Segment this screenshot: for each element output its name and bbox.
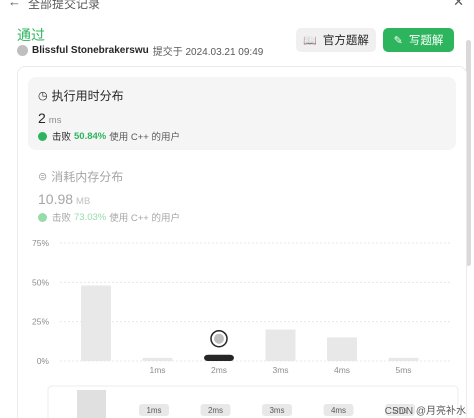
minimap-label: 4ms bbox=[331, 406, 346, 415]
current-marker-avatar-inner bbox=[214, 333, 224, 344]
x-tick-label: 4ms bbox=[334, 365, 350, 375]
chart-bar bbox=[81, 285, 111, 361]
x-tick-label: 5ms bbox=[395, 365, 411, 375]
x-tick-label: 2ms bbox=[211, 365, 227, 375]
chart-bar bbox=[265, 329, 296, 361]
chart-bar bbox=[204, 354, 234, 361]
x-tick-label: 1ms bbox=[149, 365, 165, 375]
chart-bar bbox=[142, 357, 173, 361]
minimap-bar bbox=[77, 390, 106, 418]
minimap-label: 1ms bbox=[146, 406, 161, 415]
runtime-distribution-chart: 75%50%25%0%1ms 2ms 3ms 4ms 5ms1ms 2ms 3ms 4ms 5m… bbox=[32, 238, 459, 418]
minimap-label: 3ms bbox=[269, 406, 284, 415]
y-tick-label: 0% bbox=[37, 356, 50, 366]
y-tick-label: 25% bbox=[32, 317, 49, 327]
y-tick-label: 75% bbox=[32, 238, 49, 248]
chart-bar bbox=[327, 337, 357, 361]
chart-bar bbox=[388, 357, 419, 361]
minimap-label: 2ms bbox=[208, 406, 223, 415]
x-tick-label: 3ms bbox=[272, 365, 288, 375]
y-tick-label: 50% bbox=[32, 277, 49, 287]
watermark: CSDN @月亮补水 bbox=[384, 406, 466, 417]
